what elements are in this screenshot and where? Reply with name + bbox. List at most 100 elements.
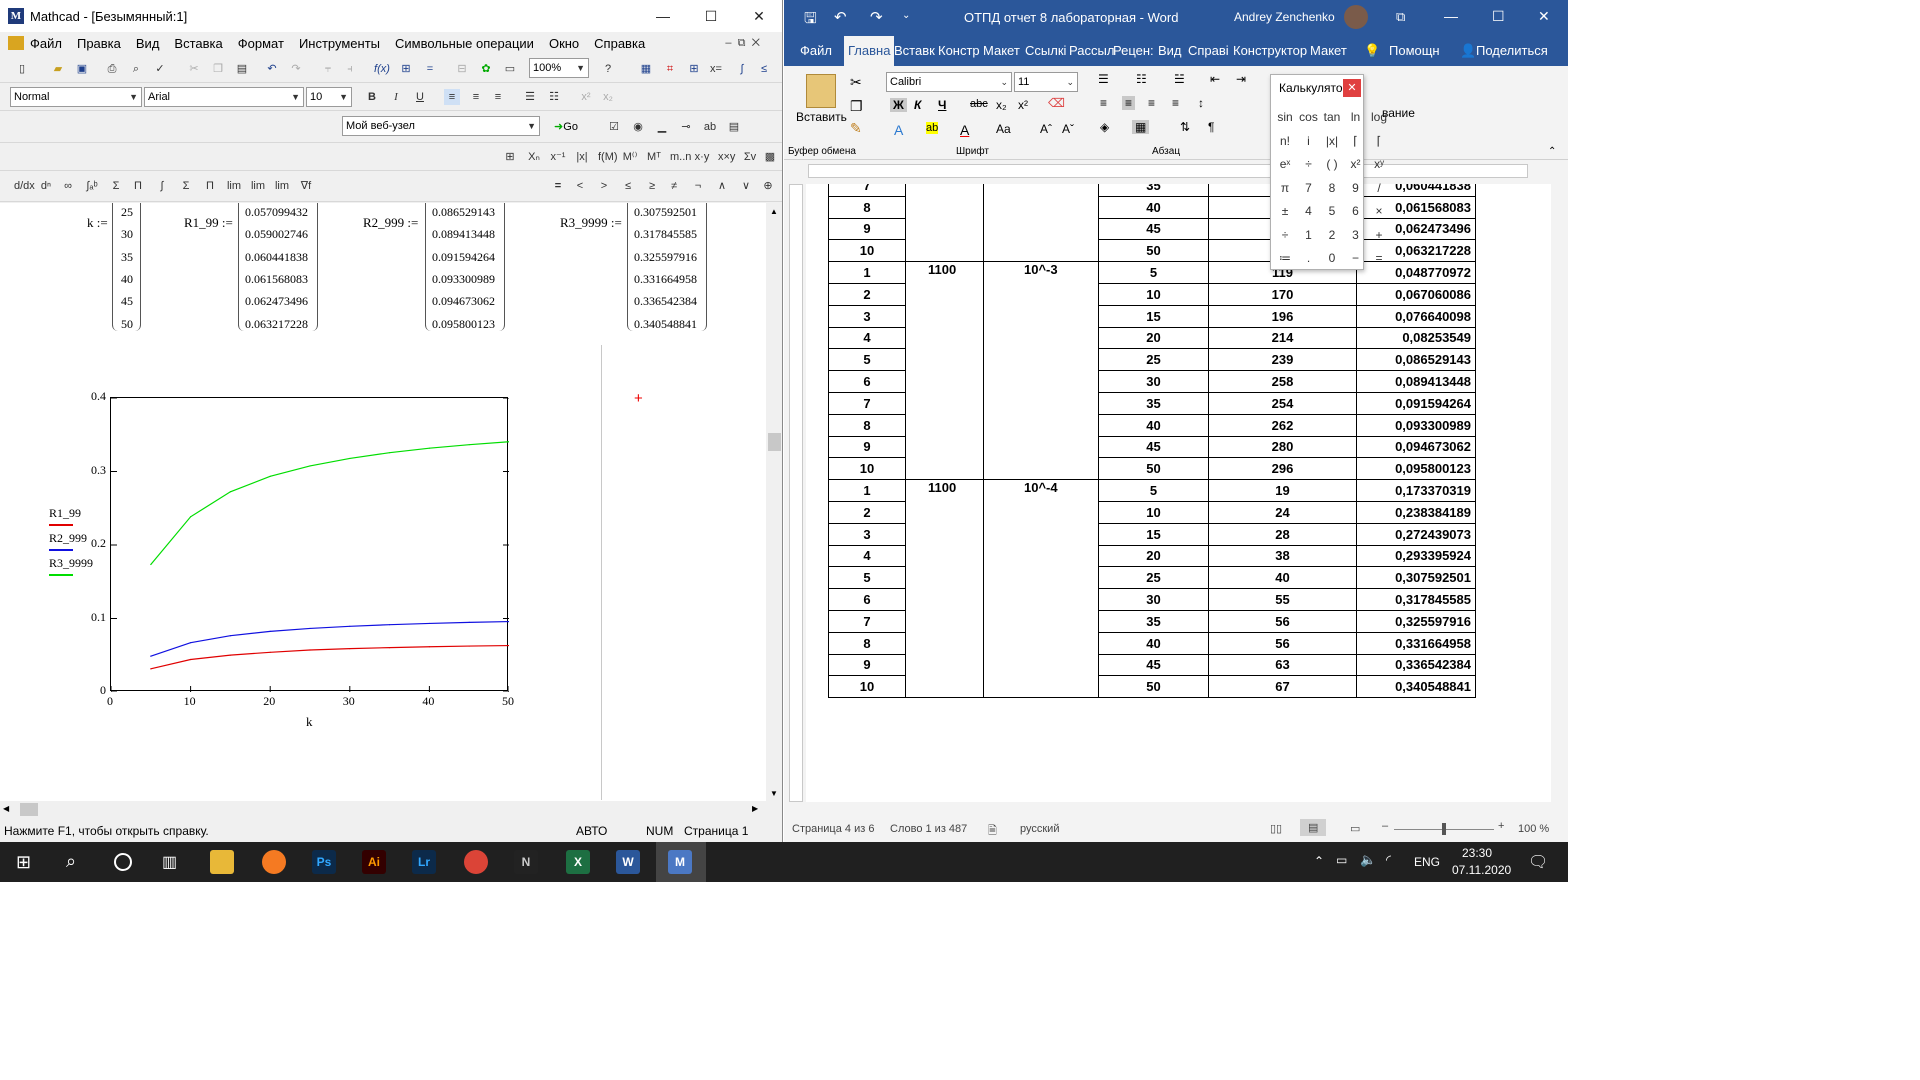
table-cell[interactable]: 7: [828, 184, 906, 197]
table-cell[interactable]: 0,091594264: [1356, 391, 1476, 415]
table-cell[interactable]: 1100: [905, 261, 984, 481]
undo-icon[interactable]: ↶: [834, 8, 847, 26]
user-name[interactable]: Andrey Zenchenko: [1234, 10, 1335, 24]
product-range-icon[interactable]: Π: [130, 178, 146, 194]
matrix-insert-icon[interactable]: ⊞: [502, 149, 518, 165]
table-cell[interactable]: 254: [1208, 391, 1357, 415]
definite-integral-icon[interactable]: ∫ₐᵇ: [84, 178, 100, 194]
calculator-key[interactable]: ln: [1346, 107, 1366, 127]
vertical-ruler[interactable]: [789, 184, 803, 802]
table-cell[interactable]: 55: [1208, 588, 1357, 611]
numbering-icon[interactable]: ☷: [546, 89, 562, 105]
notion-icon[interactable]: N: [514, 850, 538, 874]
shading-icon[interactable]: ◈: [1100, 120, 1109, 134]
illustrator-icon[interactable]: Ai: [362, 850, 386, 874]
table-cell[interactable]: 0,086529143: [1356, 348, 1476, 372]
table-cell[interactable]: 2: [828, 500, 906, 524]
superscript-icon[interactable]: x²: [1018, 98, 1028, 112]
table-cell[interactable]: 63: [1208, 653, 1357, 677]
table-cell[interactable]: 9: [828, 653, 906, 677]
table-cell[interactable]: 50: [1098, 239, 1209, 263]
print-layout-icon[interactable]: ▤: [1300, 819, 1327, 836]
decrease-indent-icon[interactable]: ⇤: [1210, 72, 1220, 86]
zoom-level[interactable]: 100 %: [1518, 823, 1549, 835]
calculator-key[interactable]: 1: [1299, 225, 1319, 245]
font-color-icon[interactable]: A: [960, 122, 969, 138]
grow-font-icon[interactable]: Aˆ: [1040, 122, 1052, 136]
tab-home[interactable]: Главна: [844, 36, 895, 66]
radio-control-icon[interactable]: ◉: [630, 119, 646, 135]
word-icon[interactable]: W: [616, 850, 640, 874]
tab-tell-me[interactable]: Помощн: [1389, 43, 1440, 58]
table-cell[interactable]: 28: [1208, 522, 1357, 546]
menu-insert[interactable]: Вставка: [174, 36, 222, 51]
determinant-icon[interactable]: |x|: [574, 149, 590, 165]
underline-icon[interactable]: Ч: [938, 98, 946, 112]
format-painter-icon[interactable]: ✎: [850, 120, 862, 137]
listbox-control-icon[interactable]: ▤: [726, 119, 742, 135]
open-icon[interactable]: ▰: [50, 61, 66, 77]
table-cell[interactable]: 214: [1208, 326, 1357, 350]
calculator-key[interactable]: 7: [1299, 178, 1319, 198]
undo-icon[interactable]: ↶: [264, 61, 280, 77]
calculate-icon[interactable]: =: [422, 61, 438, 77]
minimize-button[interactable]: —: [1444, 8, 1458, 24]
share-button[interactable]: Поделиться: [1476, 43, 1548, 58]
text-effects-icon[interactable]: A: [894, 122, 903, 138]
table-cell[interactable]: 0,173370319: [1356, 479, 1476, 502]
k-matrix[interactable]: [112, 203, 141, 331]
resources-icon[interactable]: ✿: [478, 61, 494, 77]
tab-mailings[interactable]: Рассыл: [1069, 43, 1114, 58]
or-icon[interactable]: ∨: [738, 178, 754, 194]
nth-derivative-icon[interactable]: dⁿ: [38, 178, 54, 194]
print-icon[interactable]: ⎙: [104, 61, 120, 77]
paste-button[interactable]: Вставить: [796, 110, 847, 124]
table-cell[interactable]: 10: [1098, 500, 1209, 524]
tray-chevron-icon[interactable]: ⌃: [1314, 854, 1324, 868]
calculator-key[interactable]: eˣ: [1275, 154, 1295, 174]
font-size-select[interactable]: 10 ▼: [306, 87, 352, 107]
calculator-key[interactable]: −: [1346, 248, 1366, 268]
horizontal-scroll-thumb[interactable]: [20, 803, 38, 816]
transpose-icon[interactable]: Mᵀ: [646, 149, 662, 165]
table-cell[interactable]: 0,293395924: [1356, 544, 1476, 568]
table-cell[interactable]: 8: [828, 631, 906, 655]
zoom-select[interactable]: 100% ▼: [529, 58, 589, 78]
table-cell[interactable]: 0,340548841: [1356, 675, 1476, 699]
table-cell[interactable]: 258: [1208, 370, 1357, 393]
scroll-left-icon[interactable]: ◀: [3, 804, 9, 813]
table-cell[interactable]: 10: [828, 675, 906, 699]
cross-product-icon[interactable]: x×y: [718, 149, 735, 165]
multilevel-list-icon[interactable]: ☱: [1174, 72, 1185, 86]
calculator-key[interactable]: .: [1299, 248, 1319, 268]
notifications-icon[interactable]: 🗨: [1528, 852, 1548, 872]
calculator-key[interactable]: 5: [1322, 201, 1342, 221]
table-cell[interactable]: 0,238384189: [1356, 500, 1476, 524]
table-cell[interactable]: 196: [1208, 304, 1357, 328]
copy-icon[interactable]: ❐: [850, 98, 863, 115]
not-icon[interactable]: ¬: [690, 178, 706, 194]
table-cell[interactable]: 35: [1098, 184, 1209, 197]
table-cell[interactable]: 35: [1098, 609, 1209, 633]
menu-window[interactable]: Окно: [549, 36, 579, 51]
menu-view[interactable]: Вид: [136, 36, 160, 51]
table-cell[interactable]: 38: [1208, 544, 1357, 568]
table-cell[interactable]: 10: [1098, 282, 1209, 306]
battery-icon[interactable]: ▭: [1336, 853, 1347, 867]
table-cell[interactable]: 280: [1208, 435, 1357, 459]
limit-left-icon[interactable]: lim: [274, 178, 290, 194]
calculator-key[interactable]: log: [1369, 107, 1389, 127]
table-cell[interactable]: 8: [828, 195, 906, 219]
table-cell[interactable]: 20: [1098, 544, 1209, 568]
table-cell[interactable]: 0,325597916: [1356, 609, 1476, 633]
picture-icon[interactable]: ▩: [762, 149, 778, 165]
italic-icon[interactable]: К: [914, 98, 921, 112]
table-cell[interactable]: 10: [828, 457, 906, 481]
table-cell[interactable]: 67: [1208, 675, 1357, 699]
calculator-key[interactable]: |x|: [1322, 131, 1342, 151]
summation-icon[interactable]: Σ: [178, 178, 194, 194]
table-cell[interactable]: 9: [828, 435, 906, 459]
table-cell[interactable]: 4: [828, 544, 906, 568]
table-cell[interactable]: 3: [828, 522, 906, 546]
r1-matrix[interactable]: [238, 203, 318, 331]
